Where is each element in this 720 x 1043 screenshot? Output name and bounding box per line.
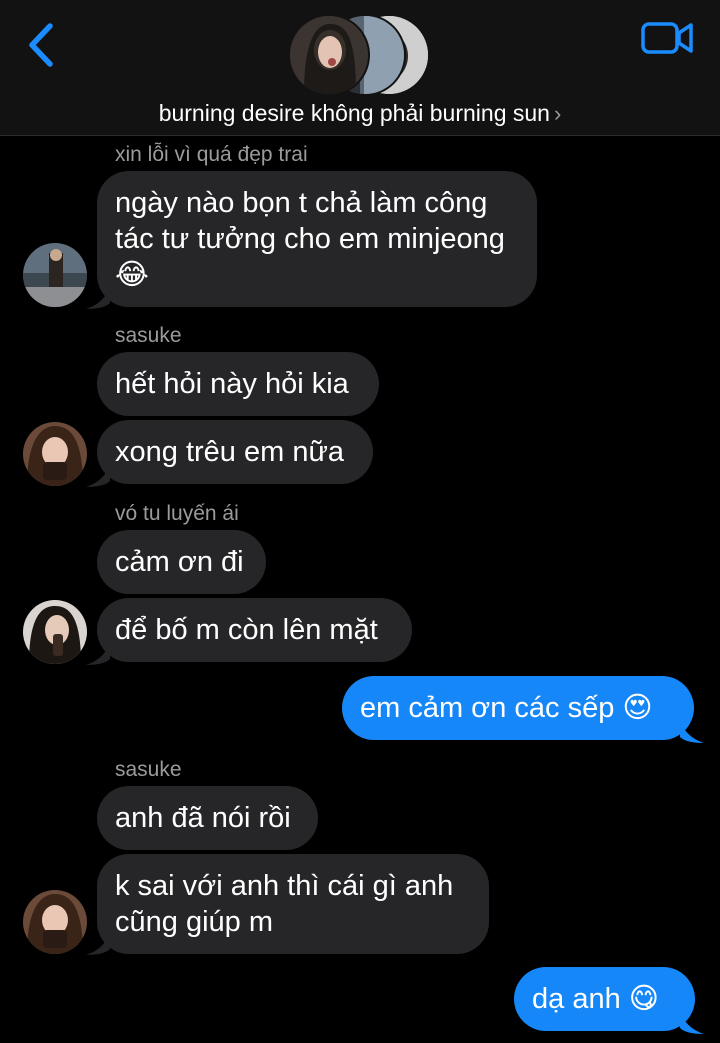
sender-name: sasuke — [115, 758, 182, 781]
message-bubble-outgoing[interactable]: dạ anh 😋 — [514, 967, 695, 1031]
video-camera-icon — [641, 22, 693, 54]
chevron-right-icon: › — [553, 101, 562, 126]
sender-name: sasuke — [115, 324, 182, 347]
message-bubble[interactable]: để bố m còn lên mặt — [97, 598, 412, 662]
message-bubble[interactable]: hết hỏi này hỏi kia — [97, 352, 379, 416]
group-avatar-stack[interactable] — [288, 14, 438, 96]
message-bubble[interactable]: ngày nào bọn t chả làm công tác tư tưởng… — [97, 171, 537, 307]
group-name-text: burning desire không phải burning sun — [158, 100, 550, 126]
back-button[interactable] — [22, 20, 62, 70]
video-call-button[interactable] — [640, 18, 696, 60]
message-text: dạ anh 😋 — [532, 983, 659, 1015]
message-bubble[interactable]: xong trêu em nữa — [97, 420, 373, 484]
message-bubble[interactable]: anh đã nói rồi — [97, 786, 318, 850]
sender-name: xin lỗi vì quá đẹp trai — [115, 143, 308, 166]
message-text: anh đã nói rồi — [115, 802, 291, 834]
message-text: k sai với anh thì cái gì anh cũng giúp m — [115, 870, 454, 938]
message-text: ngày nào bọn t chả làm công tác tư tưởng… — [115, 187, 505, 291]
message-bubble[interactable]: cảm ơn đi — [97, 530, 266, 594]
message-text: cảm ơn đi — [115, 546, 244, 578]
avatar[interactable] — [23, 890, 87, 954]
message-bubble[interactable]: k sai với anh thì cái gì anh cũng giúp m — [97, 854, 489, 954]
message-bubble-outgoing[interactable]: em cảm ơn các sếp 😍 — [342, 676, 694, 740]
back-chevron-icon — [29, 23, 53, 67]
message-text: để bố m còn lên mặt — [115, 614, 378, 646]
conversation-header: burning desire không phải burning sun › — [0, 0, 720, 136]
group-name[interactable]: burning desire không phải burning sun › — [0, 100, 720, 127]
avatar[interactable] — [23, 422, 87, 486]
message-text: hết hỏi này hỏi kia — [115, 368, 349, 400]
message-text: xong trêu em nữa — [115, 436, 344, 468]
sender-name: vó tu luyến ái — [115, 502, 239, 525]
group-avatar-1 — [288, 14, 370, 96]
avatar[interactable] — [23, 600, 87, 664]
message-text: em cảm ơn các sếp 😍 — [360, 692, 653, 724]
avatar[interactable] — [23, 243, 87, 307]
